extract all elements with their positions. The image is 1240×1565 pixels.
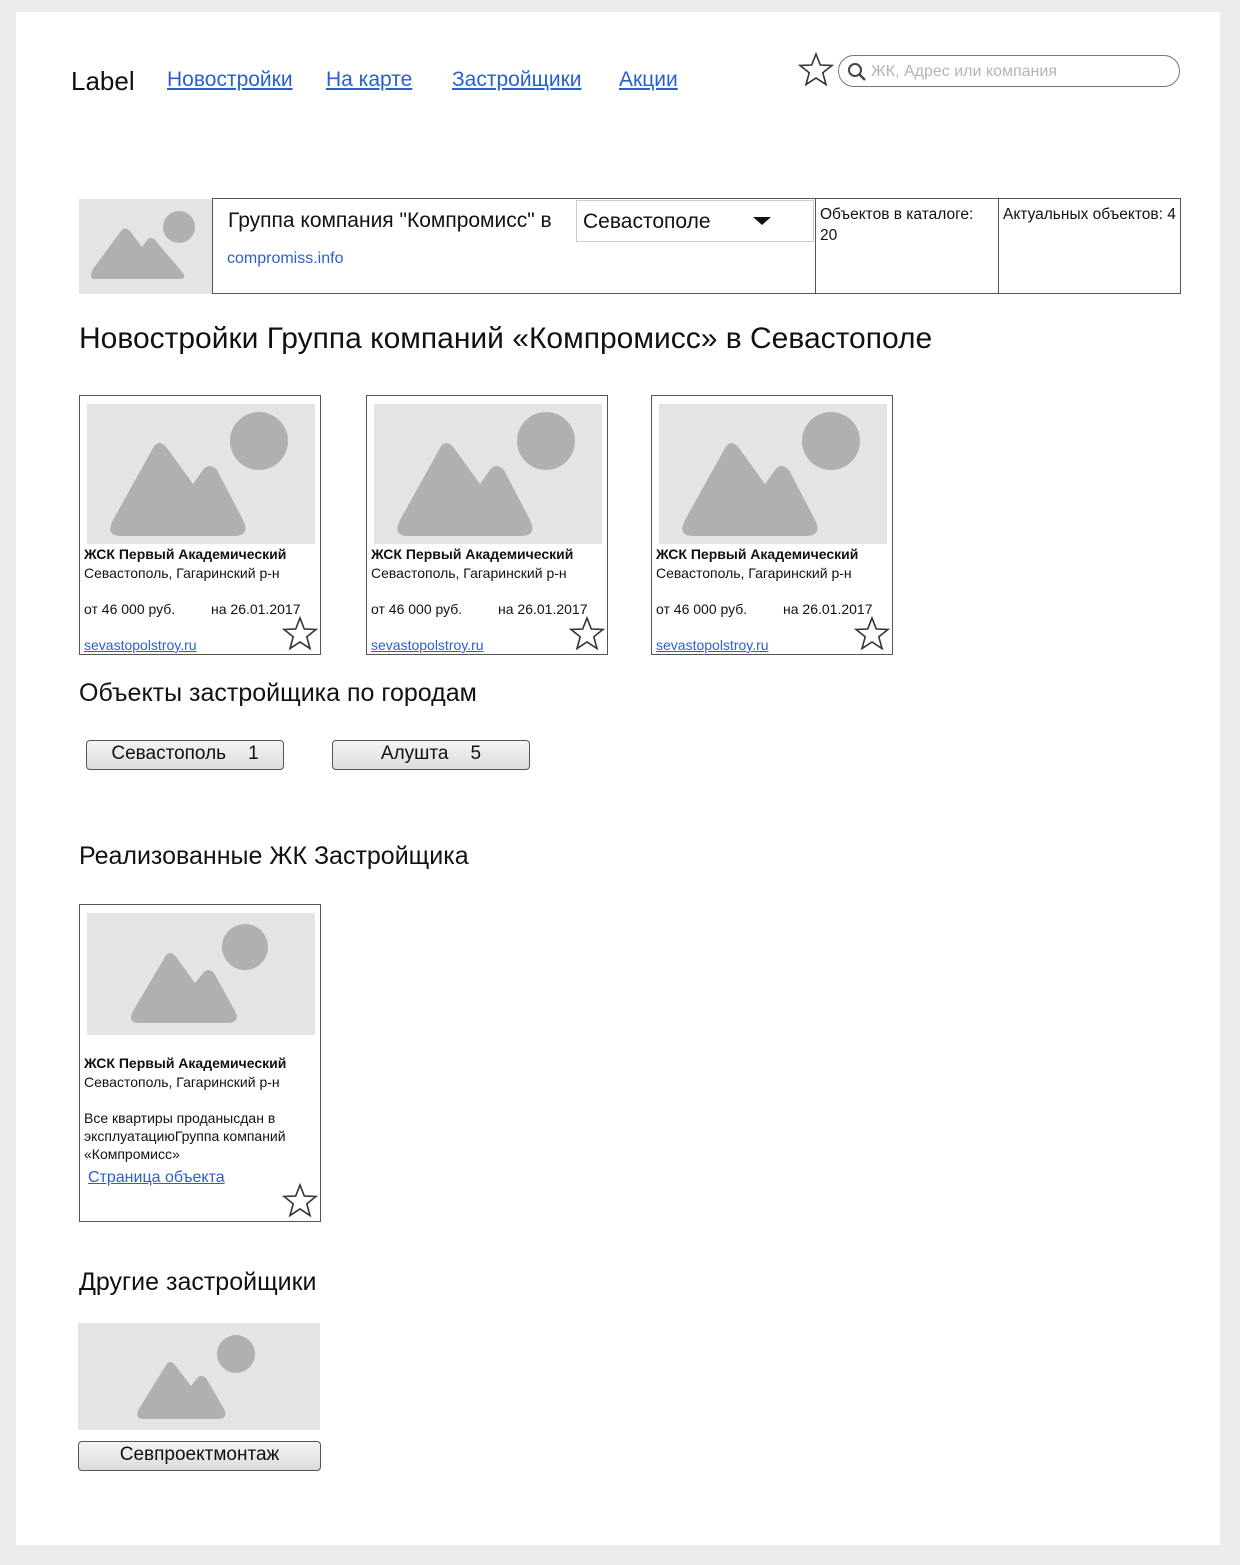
developer-logo-image[interactable] (78, 1323, 320, 1430)
project-location: Севастополь, Гагаринский р-н (656, 565, 852, 581)
caret-down-icon (753, 217, 771, 225)
project-site-link[interactable]: sevastopolstroy.ru (656, 637, 769, 653)
company-name: Группа компания "Компромисс" в (228, 209, 552, 232)
city-button-alushta[interactable]: Алушта 5 (332, 740, 530, 770)
image-placeholder-icon (682, 412, 860, 536)
project-name: ЖСК Первый Академический (371, 546, 574, 562)
project-card[interactable]: ЖСК Первый Академический Севастополь, Га… (651, 395, 893, 655)
city-select-value: Севастополе (583, 210, 711, 233)
favorite-star-icon[interactable] (569, 616, 605, 652)
project-image (87, 404, 315, 544)
project-name: ЖСК Первый Академический (84, 1055, 287, 1071)
favorite-star-icon[interactable] (854, 616, 890, 652)
project-image (374, 404, 602, 544)
developer-button[interactable]: Севпроектмонтаж (78, 1441, 321, 1471)
search-icon (848, 63, 866, 81)
stat-catalog-count: Объектов в каталоге: 20 (815, 198, 999, 294)
nav-link-promotions[interactable]: Акции (619, 68, 678, 92)
city-button-count: 1 (248, 743, 259, 764)
project-card[interactable]: ЖСК Первый Академический Севастополь, Га… (366, 395, 608, 655)
city-button-sevastopol[interactable]: Севастополь 1 (86, 740, 284, 770)
project-page-link[interactable]: Страница объекта (88, 1169, 225, 1187)
city-button-label: Алушта (380, 743, 449, 764)
favorite-star-icon[interactable] (282, 1183, 318, 1219)
nav-link-map[interactable]: На карте (326, 68, 412, 92)
project-price: от 46 000 руб. (371, 601, 463, 617)
search-input[interactable] (869, 60, 1173, 84)
logo-label[interactable]: Label (71, 66, 135, 97)
project-date: на 26.01.2017 (211, 601, 301, 617)
project-card[interactable]: ЖСК Первый Академический Севастополь, Га… (79, 395, 321, 655)
company-site-link[interactable]: compromiss.info (227, 250, 343, 268)
image-placeholder-icon (110, 412, 288, 536)
project-location: Севастополь, Гагаринский р-н (84, 1074, 280, 1090)
city-select[interactable]: Севастополе (576, 200, 814, 242)
project-location: Севастополь, Гагаринский р-н (84, 565, 280, 581)
section-title-cities: Объекты застройщика по городам (79, 679, 477, 707)
project-price: от 46 000 руб. (656, 601, 748, 617)
nav-link-developers[interactable]: Застройщики (452, 68, 582, 92)
project-site-link[interactable]: sevastopolstroy.ru (371, 637, 484, 653)
image-placeholder-icon (91, 211, 195, 279)
page: Label Новостройки На карте Застройщики А… (16, 12, 1220, 1545)
image-placeholder-icon (131, 924, 268, 1023)
image-placeholder-icon (397, 412, 575, 536)
project-date: на 26.01.2017 (783, 601, 873, 617)
project-price: от 46 000 руб. (84, 601, 176, 617)
city-button-label: Севастополь (111, 743, 227, 764)
project-image (87, 913, 315, 1035)
favorites-star-icon[interactable] (798, 52, 834, 88)
image-placeholder-icon (137, 1335, 255, 1419)
project-description: Все квартиры проданысдан в эксплуатациюГ… (84, 1110, 286, 1162)
company-logo-image (79, 199, 213, 294)
project-image (659, 404, 887, 544)
completed-project-card[interactable]: ЖСК Первый Академический Севастополь, Га… (79, 904, 321, 1222)
section-title-other-developers: Другие застройщики (79, 1268, 317, 1296)
project-name: ЖСК Первый Академический (656, 546, 859, 562)
section-title-new: Новостройки Группа компаний «Компромисс»… (79, 322, 933, 355)
stat-active-count: Актуальных объектов: 4 (998, 198, 1181, 294)
city-button-count: 5 (470, 743, 482, 764)
project-name: ЖСК Первый Академический (84, 546, 287, 562)
section-title-completed: Реализованные ЖК Застройщика (79, 842, 469, 870)
search-box[interactable] (838, 55, 1180, 87)
project-date: на 26.01.2017 (498, 601, 588, 617)
project-location: Севастополь, Гагаринский р-н (371, 565, 567, 581)
favorite-star-icon[interactable] (282, 616, 318, 652)
project-site-link[interactable]: sevastopolstroy.ru (84, 637, 197, 653)
nav-link-novostroyki[interactable]: Новостройки (167, 68, 293, 92)
